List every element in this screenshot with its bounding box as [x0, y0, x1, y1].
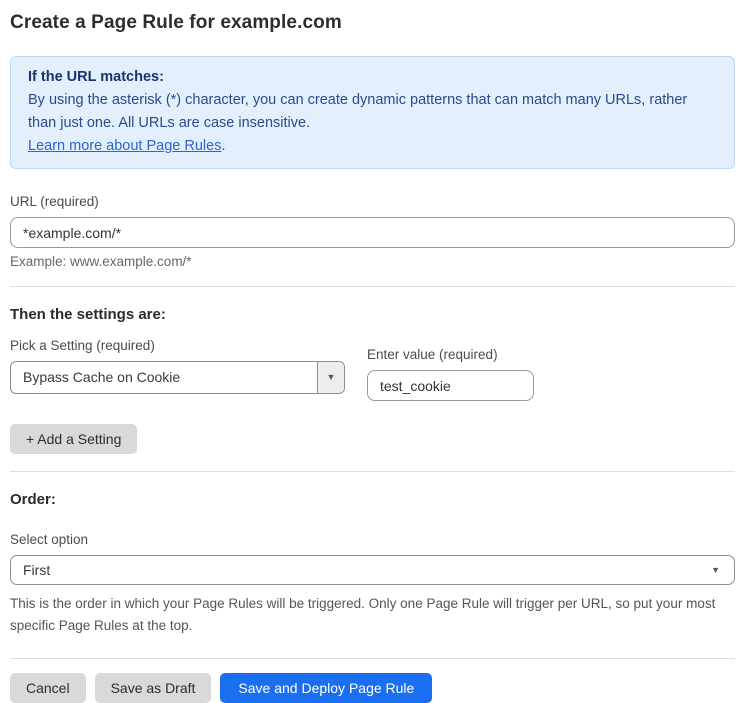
divider-after-settings	[10, 471, 735, 472]
setting-picker-value: Bypass Cache on Cookie	[11, 362, 317, 393]
setting-picker-caret-button[interactable]: ▼	[317, 362, 344, 393]
cancel-button[interactable]: Cancel	[10, 673, 86, 703]
order-select-value: First	[11, 562, 711, 578]
url-field-hint: Example: www.example.com/*	[10, 254, 735, 269]
setting-picker-group: Pick a Setting (required) Bypass Cache o…	[10, 338, 345, 401]
setting-value-label: Enter value (required)	[367, 347, 534, 363]
footer-actions: Cancel Save as Draft Save and Deploy Pag…	[10, 673, 735, 703]
url-match-info-box: If the URL matches: By using the asteris…	[10, 56, 735, 169]
order-section-heading: Order:	[10, 491, 735, 509]
setting-value-group: Enter value (required)	[367, 347, 534, 401]
order-description: This is the order in which your Page Rul…	[10, 593, 730, 637]
add-setting-button[interactable]: + Add a Setting	[10, 424, 137, 454]
chevron-down-icon: ▼	[711, 566, 734, 575]
divider-after-url	[10, 286, 735, 287]
settings-row: Pick a Setting (required) Bypass Cache o…	[10, 338, 735, 401]
order-select[interactable]: First ▼	[10, 555, 735, 585]
divider-before-footer	[10, 658, 735, 659]
order-select-label: Select option	[10, 532, 735, 548]
url-field-label: URL (required)	[10, 194, 735, 210]
setting-picker-select[interactable]: Bypass Cache on Cookie ▼	[10, 361, 345, 394]
save-as-draft-button[interactable]: Save as Draft	[95, 673, 212, 703]
url-input[interactable]	[10, 217, 735, 248]
save-and-deploy-button[interactable]: Save and Deploy Page Rule	[220, 673, 432, 703]
learn-more-link[interactable]: Learn more about Page Rules	[28, 138, 221, 154]
page-rule-form: Create a Page Rule for example.com If th…	[0, 0, 750, 703]
link-suffix-period: .	[221, 138, 225, 154]
url-field-group: URL (required) Example: www.example.com/…	[10, 194, 735, 269]
info-box-body: By using the asterisk (*) character, you…	[28, 89, 717, 135]
page-title: Create a Page Rule for example.com	[10, 10, 735, 36]
setting-picker-label: Pick a Setting (required)	[10, 338, 345, 354]
settings-section-heading: Then the settings are:	[10, 306, 735, 324]
info-box-heading: If the URL matches:	[28, 66, 717, 89]
chevron-down-icon: ▼	[327, 373, 336, 382]
info-box-link-line: Learn more about Page Rules.	[28, 135, 717, 158]
setting-value-input[interactable]	[367, 370, 534, 401]
